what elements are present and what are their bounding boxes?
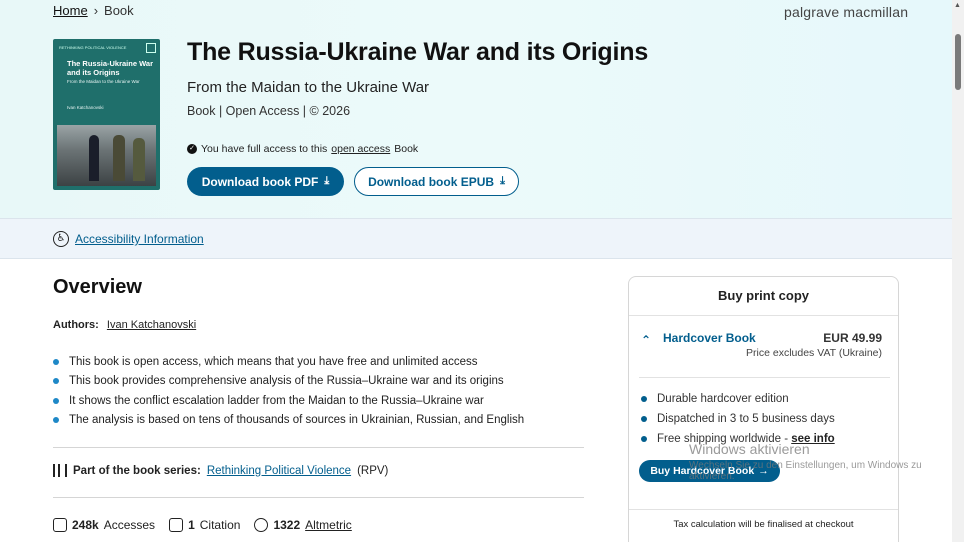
cover-figure xyxy=(113,135,125,181)
buy-button-label: Buy Hardcover Book xyxy=(650,465,755,477)
overview-heading: Overview xyxy=(53,276,142,298)
accessibility-information-link[interactable]: Accessibility Information xyxy=(75,232,204,246)
divider xyxy=(639,377,890,378)
vertical-scrollbar[interactable]: ▲ xyxy=(952,0,964,542)
list-item: Free shipping worldwide - see info xyxy=(641,429,835,449)
citation-icon xyxy=(169,518,184,532)
accesses-label: Accesses xyxy=(103,518,156,532)
bullet-icon xyxy=(53,417,59,424)
bullet-icon xyxy=(53,378,59,385)
altmetric-icon xyxy=(254,518,269,532)
divider xyxy=(53,497,584,498)
feature-text: Free shipping worldwide - xyxy=(657,433,792,445)
buy-print-copy-panel: Buy print copy ⌃ Hardcover Book EUR 49.9… xyxy=(628,276,899,542)
arrow-right-icon: → xyxy=(758,465,769,477)
accesses-metric: 248k Accesses xyxy=(53,518,155,532)
open-access-icon xyxy=(146,43,156,53)
scrollbar-thumb[interactable] xyxy=(955,34,961,90)
list-item: It shows the conflict escalation ladder … xyxy=(53,391,524,411)
buy-panel-title: Buy print copy xyxy=(717,288,809,303)
breadcrumb: Home › Book xyxy=(53,3,134,18)
download-icon: ⤓ xyxy=(324,175,330,187)
accessibility-bar: ♿ Accessibility Information xyxy=(0,218,952,259)
chevron-up-icon[interactable]: ⌃ xyxy=(641,333,651,347)
feature-text: Durable hardcover edition xyxy=(657,393,789,405)
cover-series: RETHINKING POLITICAL VIOLENCE xyxy=(59,45,127,50)
price: EUR 49.99 xyxy=(823,331,882,345)
authors-label: Authors: xyxy=(53,319,99,331)
overview-bullets: This book is open access, which means th… xyxy=(53,352,524,430)
open-access-link[interactable]: open access xyxy=(331,143,390,155)
list-item: The analysis is based on tens of thousan… xyxy=(53,411,524,431)
accesses-value: 248k xyxy=(72,518,99,532)
altmetric-link[interactable]: Altmetric xyxy=(305,518,352,532)
series-label: Part of the book series: xyxy=(73,464,201,477)
list-item: This book provides comprehensive analysi… xyxy=(53,372,524,392)
citations-value: 1 xyxy=(188,518,195,532)
hardcover-toggle[interactable]: Hardcover Book xyxy=(663,331,756,345)
access-text: You have full access to this xyxy=(201,143,328,155)
scroll-up-icon[interactable]: ▲ xyxy=(954,2,961,9)
bullet-text: The analysis is based on tens of thousan… xyxy=(69,414,525,427)
download-pdf-button[interactable]: Download book PDF ⤓ xyxy=(187,167,344,196)
bullet-icon xyxy=(641,396,647,402)
accesses-icon xyxy=(53,518,67,532)
bullet-text: This book provides comprehensive analysi… xyxy=(69,375,504,388)
book-cover: RETHINKING POLITICAL VIOLENCE The Russia… xyxy=(53,39,160,190)
book-metrics: 248k Accesses 1 Citation 1322 Altmetric xyxy=(53,518,352,532)
bullet-icon xyxy=(53,397,59,404)
altmetric-metric: 1322 Altmetric xyxy=(254,518,352,532)
check-circle-icon: ✓ xyxy=(187,144,197,154)
divider xyxy=(629,315,898,316)
hardcover-features: Durable hardcover edition Dispatched in … xyxy=(641,389,835,449)
authors-line: Authors: Ivan Katchanovski xyxy=(53,319,196,331)
list-item: Durable hardcover edition xyxy=(641,389,835,409)
divider xyxy=(53,447,584,448)
citations-label: Citation xyxy=(199,518,241,532)
book-meta: Book | Open Access | © 2026 xyxy=(187,104,351,118)
list-item: Dispatched in 3 to 5 business days xyxy=(641,409,835,429)
vat-note: Price excludes VAT (Ukraine) xyxy=(746,347,882,359)
page-subtitle: From the Maidan to the Ukraine War xyxy=(187,79,430,96)
download-pdf-label: Download book PDF xyxy=(201,174,319,189)
bullet-text: It shows the conflict escalation ladder … xyxy=(69,394,484,407)
download-epub-label: Download book EPUB xyxy=(368,174,495,189)
list-item: This book is open access, which means th… xyxy=(53,352,524,372)
cover-figure xyxy=(133,138,145,181)
breadcrumb-home-link[interactable]: Home xyxy=(53,3,88,18)
series-link[interactable]: Rethinking Political Violence xyxy=(207,465,351,477)
book-series: Part of the book series: Rethinking Poli… xyxy=(53,464,388,477)
bullet-icon xyxy=(641,416,647,422)
publisher-logo[interactable]: palgrave macmillan xyxy=(784,4,908,20)
cover-figure xyxy=(89,135,99,181)
page-title: The Russia-Ukraine War and its Origins xyxy=(187,38,649,66)
chevron-right-icon: › xyxy=(93,3,99,18)
author-link[interactable]: Ivan Katchanovski xyxy=(107,319,196,331)
bullet-icon xyxy=(641,436,647,442)
altmetric-value: 1322 xyxy=(273,518,301,532)
see-info-link[interactable]: see info xyxy=(791,433,834,445)
feature-text: Dispatched in 3 to 5 business days xyxy=(657,413,835,425)
access-status: ✓ You have full access to this open acce… xyxy=(187,143,418,155)
download-icon: ⤓ xyxy=(500,175,505,187)
cover-title: The Russia-Ukraine War and its Origins xyxy=(67,59,153,77)
bullet-text: This book is open access, which means th… xyxy=(69,355,478,368)
book-header: Home › Book palgrave macmillan RETHINKIN… xyxy=(0,0,952,218)
accessibility-icon: ♿ xyxy=(53,231,69,247)
cover-author: Ivan Katchanovski xyxy=(67,105,104,110)
divider xyxy=(629,509,898,510)
buy-hardcover-button[interactable]: Buy Hardcover Book → xyxy=(639,460,780,482)
tax-note: Tax calculation will be finalised at che… xyxy=(673,519,854,530)
access-suffix: Book xyxy=(394,143,419,155)
cover-subtitle: From the Maidan to the Ukraine War xyxy=(67,79,140,84)
book-series-icon xyxy=(53,464,67,477)
bullet-icon xyxy=(53,358,59,365)
breadcrumb-current: Book xyxy=(104,3,134,18)
download-epub-button[interactable]: Download book EPUB ⤓ xyxy=(354,167,519,196)
series-abbr: (RPV) xyxy=(357,464,389,477)
citations-metric: 1 Citation xyxy=(169,518,240,532)
